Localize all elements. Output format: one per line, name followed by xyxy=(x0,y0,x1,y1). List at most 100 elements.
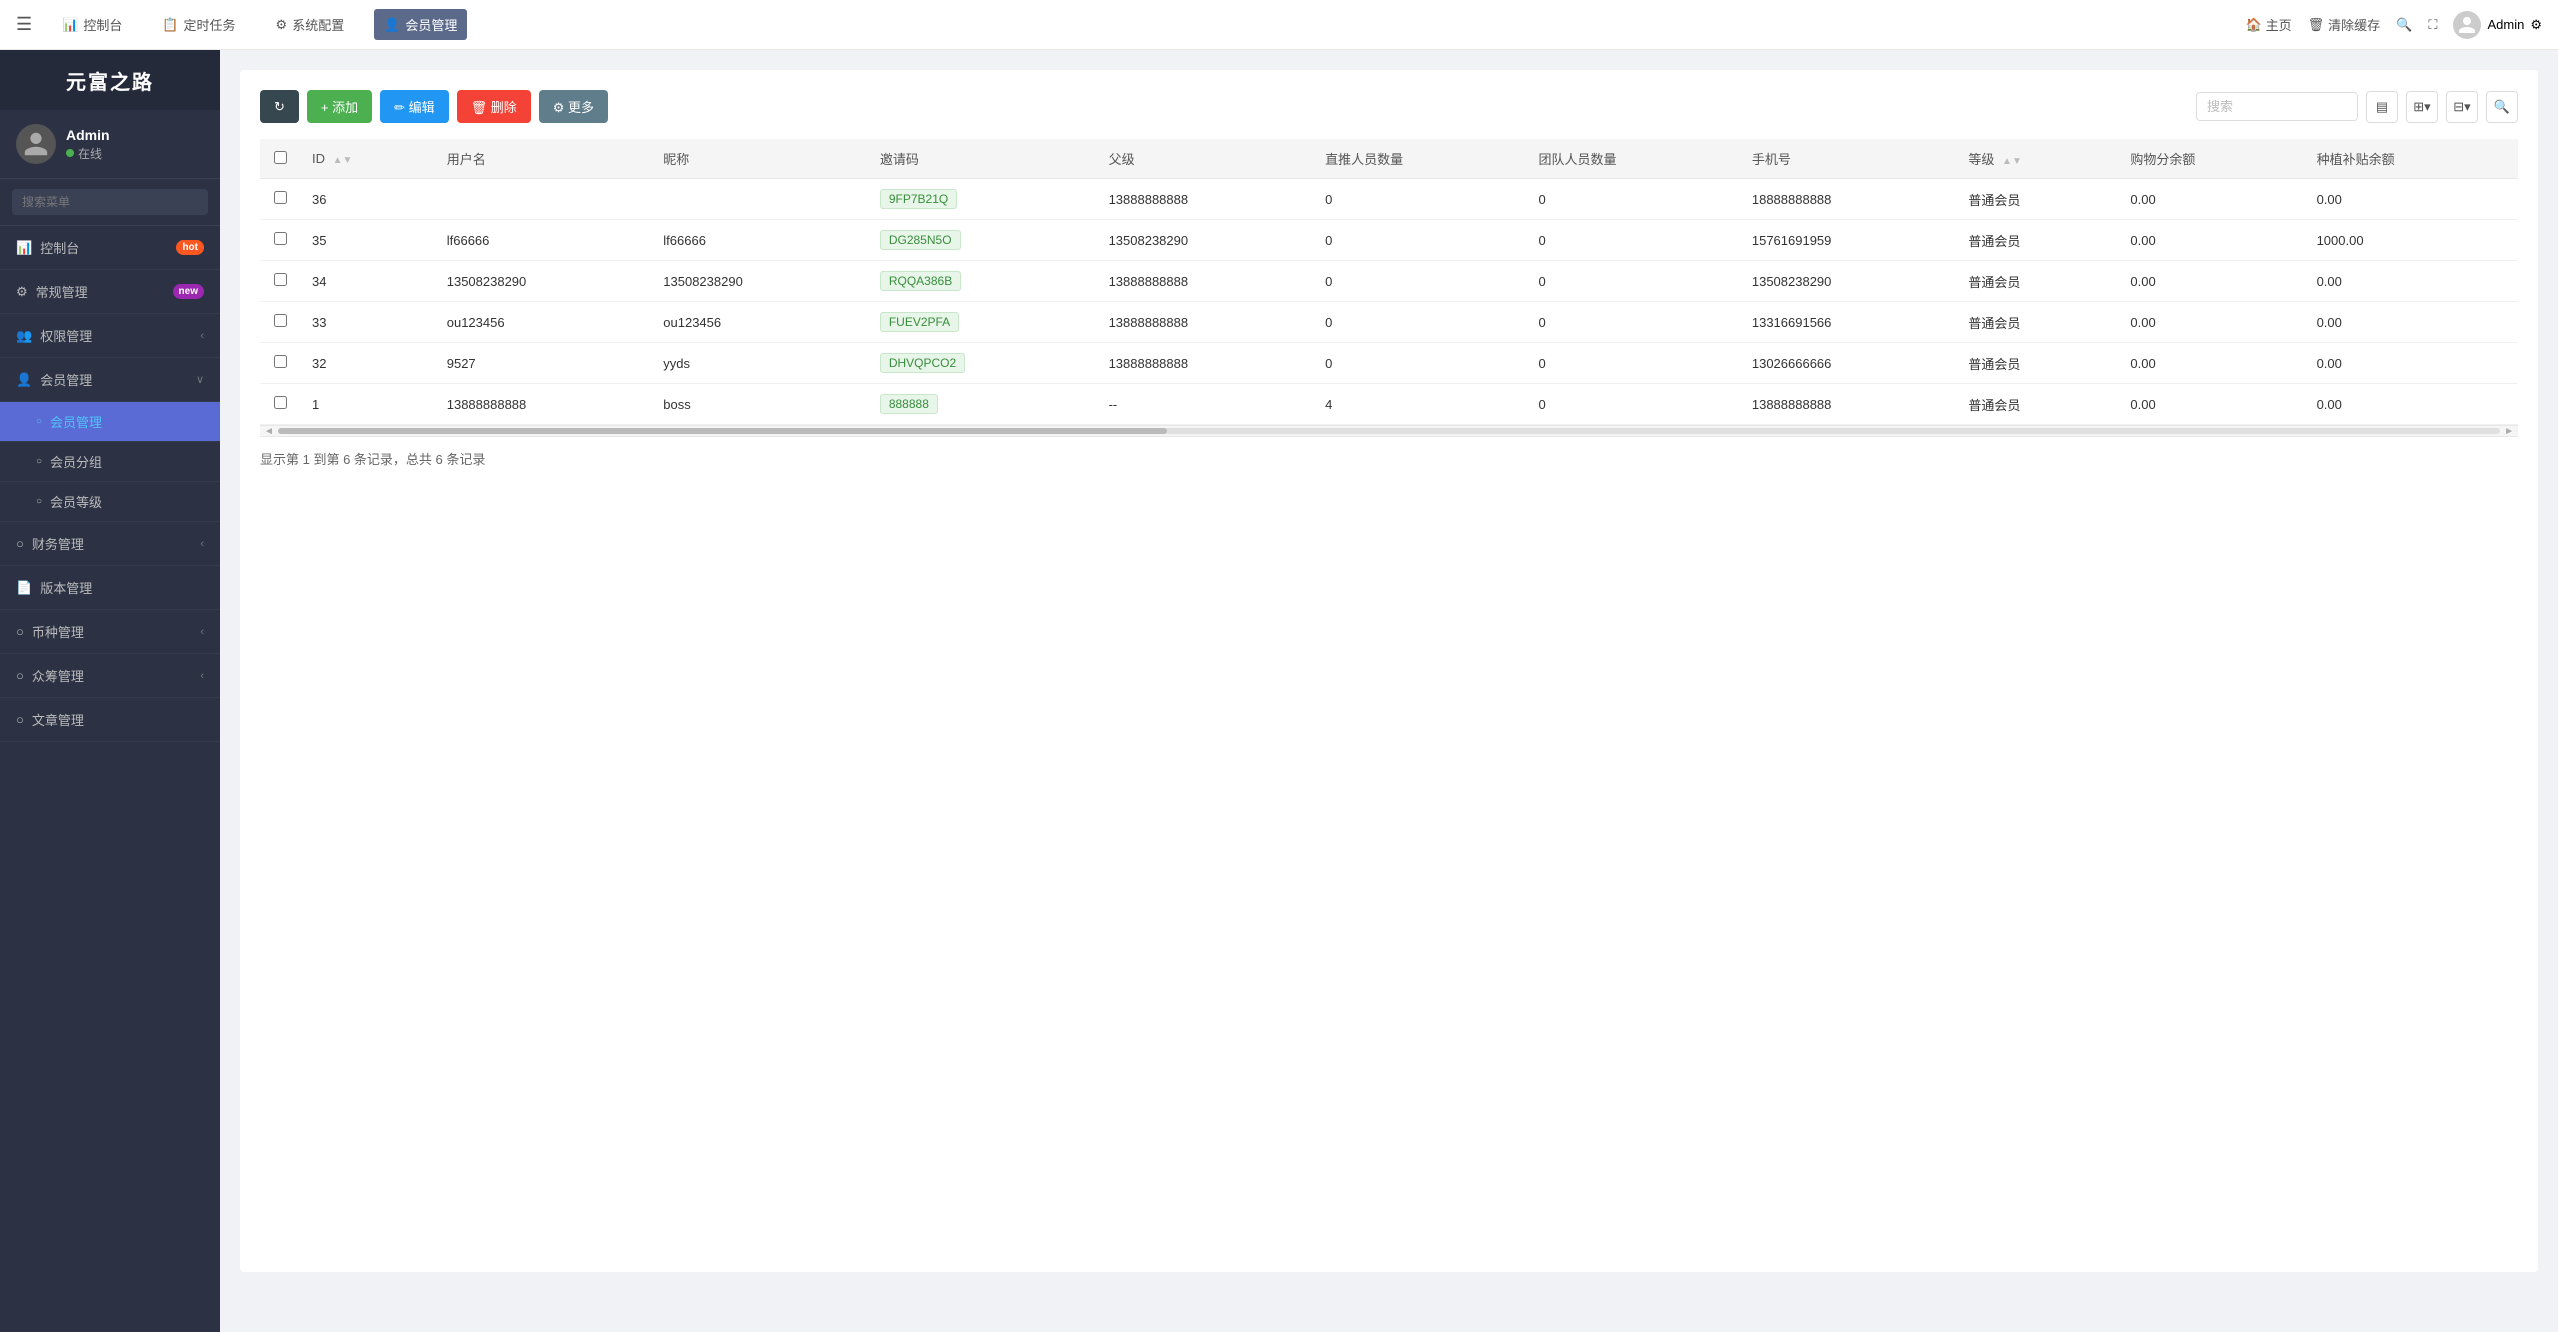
expand-link[interactable]: ⛶ xyxy=(2428,17,2437,33)
cell-team-count: 0 xyxy=(1526,179,1739,220)
scroll-thumb[interactable] xyxy=(278,428,1167,434)
admin-area[interactable]: Admin ⚙ xyxy=(2453,11,2542,39)
cell-direct-count: 0 xyxy=(1313,220,1526,261)
header-id[interactable]: ID ▲▼ xyxy=(300,139,435,179)
cell-phone: 18888888888 xyxy=(1740,179,1957,220)
toolbar-right: ▤ ⊞▾ ⊟▾ 🔍 xyxy=(2196,91,2518,123)
sidebar-item-dashboard[interactable]: 📊 控制台 hot xyxy=(0,226,220,270)
cell-shop-balance: 0.00 xyxy=(2118,220,2304,261)
sidebar-logo: 元富之路 xyxy=(0,50,220,110)
search-button[interactable]: 🔍 xyxy=(2486,91,2518,123)
invite-code-badge: FUEV2PFA xyxy=(880,312,959,332)
search-input[interactable] xyxy=(2197,93,2357,120)
edit-button[interactable]: ✏ 编辑 xyxy=(380,90,449,123)
delete-button[interactable]: 🗑 删除 xyxy=(457,90,531,123)
header-level[interactable]: 等级 ▲▼ xyxy=(1956,139,2118,179)
cell-parent: -- xyxy=(1097,384,1314,425)
search-box xyxy=(2196,92,2358,121)
row-checkbox-cell xyxy=(260,384,300,425)
data-table: ID ▲▼ 用户名 昵称 邀请码 父级 直推人员数量 团队人员数量 手机号 等级 xyxy=(260,139,2518,425)
cell-shop-balance: 0.00 xyxy=(2118,261,2304,302)
sidebar-item-general[interactable]: ⚙ 常规管理 new xyxy=(0,270,220,314)
clear-cache-link[interactable]: 🗑 清除缓存 xyxy=(2308,15,2381,34)
cell-id: 34 xyxy=(300,261,435,302)
scroll-left-arrow[interactable]: ◄ xyxy=(264,426,274,437)
table-view-icon: ▤ xyxy=(2376,99,2388,115)
toolbar-left: ↻ + 添加 ✏ 编辑 🗑 删除 ⚙ 更多 xyxy=(260,90,608,123)
grid-view-button[interactable]: ⊞▾ xyxy=(2406,91,2438,123)
cell-plant-balance: 0.00 xyxy=(2305,179,2518,220)
row-checkbox-1[interactable] xyxy=(274,232,287,245)
sidebar-subitem-member-level[interactable]: 会员等级 xyxy=(0,482,220,522)
more-button[interactable]: ⚙ 更多 xyxy=(539,90,608,123)
cell-invite-code: 9FP7B21Q xyxy=(868,179,1097,220)
general-menu-icon: ⚙ xyxy=(16,284,28,300)
admin-label: Admin xyxy=(2487,17,2524,32)
sidebar-item-currency[interactable]: ○ 币种管理 ‹ xyxy=(0,610,220,654)
refresh-button[interactable]: ↻ xyxy=(260,90,299,123)
cell-nickname xyxy=(651,179,868,220)
table-wrapper: ID ▲▼ 用户名 昵称 邀请码 父级 直推人员数量 团队人员数量 手机号 等级 xyxy=(260,139,2518,425)
sidebar-item-crowdfunding[interactable]: ○ 众筹管理 ‹ xyxy=(0,654,220,698)
cell-plant-balance: 0.00 xyxy=(2305,343,2518,384)
invite-code-badge: 9FP7B21Q xyxy=(880,189,957,209)
cell-username: lf66666 xyxy=(435,220,652,261)
sidebar-item-finance[interactable]: ○ 财务管理 ‹ xyxy=(0,522,220,566)
header-shop-balance: 购物分余额 xyxy=(2118,139,2304,179)
cell-team-count: 0 xyxy=(1526,343,1739,384)
sidebar-subitem-member-list[interactable]: 会员管理 xyxy=(0,402,220,442)
search-menu-input[interactable] xyxy=(12,189,208,215)
table-scroll-bar[interactable]: ◄ ► xyxy=(260,425,2518,437)
table-view-button[interactable]: ▤ xyxy=(2366,91,2398,123)
invite-code-badge: DG285N5O xyxy=(880,230,961,250)
cell-parent: 13888888888 xyxy=(1097,261,1314,302)
row-checkbox-2[interactable] xyxy=(274,273,287,286)
add-button[interactable]: + 添加 xyxy=(307,90,372,123)
config-icon: ⚙ xyxy=(276,17,288,33)
columns-icon: ⊟▾ xyxy=(2453,99,2470,115)
nav-item-member[interactable]: 👤 会员管理 xyxy=(374,9,467,40)
cell-plant-balance: 0.00 xyxy=(2305,302,2518,343)
sidebar-item-member-mgmt[interactable]: 👤 会员管理 ∨ xyxy=(0,358,220,402)
cell-plant-balance: 1000.00 xyxy=(2305,220,2518,261)
cell-nickname: yyds xyxy=(651,343,868,384)
content-area: ↻ + 添加 ✏ 编辑 🗑 删除 ⚙ 更多 ▤ ⊞▾ xyxy=(220,50,2558,1332)
columns-button[interactable]: ⊟▾ xyxy=(2446,91,2478,123)
header-parent: 父级 xyxy=(1097,139,1314,179)
cell-id: 35 xyxy=(300,220,435,261)
sidebar: 元富之路 Admin 在线 📊 控制台 hot xyxy=(0,50,220,1332)
cell-shop-balance: 0.00 xyxy=(2118,343,2304,384)
header-team-count: 团队人员数量 xyxy=(1526,139,1739,179)
table-row: 32 9527 yyds DHVQPCO2 13888888888 0 0 13… xyxy=(260,343,2518,384)
member-mgmt-menu-icon: 👤 xyxy=(16,372,32,388)
hamburger-icon[interactable]: ☰ xyxy=(16,14,32,35)
cell-invite-code: FUEV2PFA xyxy=(868,302,1097,343)
sidebar-item-version[interactable]: 📄 版本管理 xyxy=(0,566,220,610)
row-checkbox-0[interactable] xyxy=(274,191,287,204)
home-link[interactable]: 🏠 主页 xyxy=(2245,15,2291,34)
top-nav: ☰ 📊 控制台 📋 定时任务 ⚙ 系统配置 👤 会员管理 🏠 主页 🗑 清除缓存… xyxy=(0,0,2558,50)
search-top-link[interactable]: 🔍 xyxy=(2396,17,2412,33)
nav-item-dashboard[interactable]: 📊 控制台 xyxy=(52,9,132,40)
sidebar-label-dashboard: 控制台 xyxy=(40,238,79,257)
cell-team-count: 0 xyxy=(1526,220,1739,261)
scroll-right-arrow[interactable]: ► xyxy=(2504,426,2514,437)
sidebar-label-article: 文章管理 xyxy=(32,710,84,729)
nav-item-cron[interactable]: 📋 定时任务 xyxy=(152,9,245,40)
sidebar-subitem-member-group[interactable]: 会员分组 xyxy=(0,442,220,482)
row-checkbox-5[interactable] xyxy=(274,396,287,409)
header-direct-count: 直推人员数量 xyxy=(1313,139,1526,179)
select-all-checkbox[interactable] xyxy=(274,151,287,164)
scroll-track[interactable] xyxy=(278,428,2500,434)
cell-phone: 13888888888 xyxy=(1740,384,1957,425)
sidebar-item-article[interactable]: ○ 文章管理 xyxy=(0,698,220,742)
row-checkbox-3[interactable] xyxy=(274,314,287,327)
sidebar-item-permission[interactable]: 👥 权限管理 ‹ xyxy=(0,314,220,358)
header-username: 用户名 xyxy=(435,139,652,179)
table-header: ID ▲▼ 用户名 昵称 邀请码 父级 直推人员数量 团队人员数量 手机号 等级 xyxy=(260,139,2518,179)
member-icon: 👤 xyxy=(384,17,400,33)
hot-badge: hot xyxy=(176,240,204,255)
nav-label-cron: 定时任务 xyxy=(184,15,236,34)
nav-item-config[interactable]: ⚙ 系统配置 xyxy=(266,9,355,40)
row-checkbox-4[interactable] xyxy=(274,355,287,368)
